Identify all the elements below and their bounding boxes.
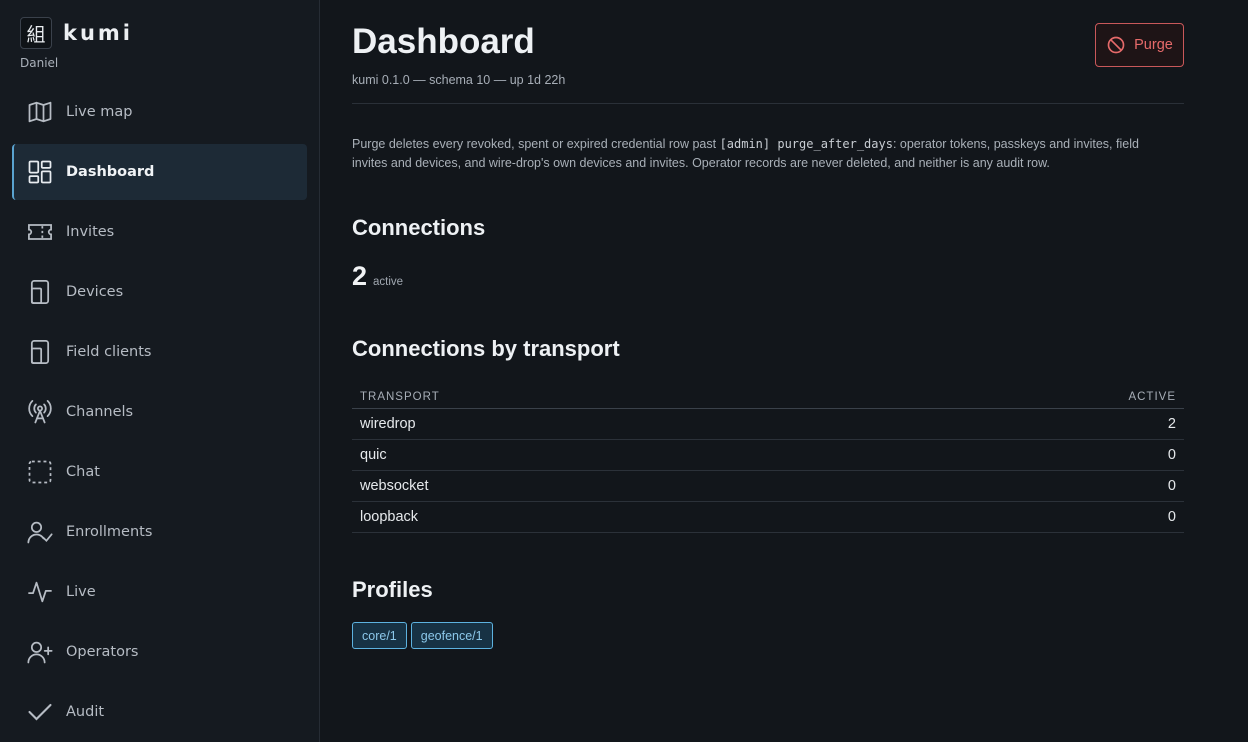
profile-tag-geofence: geofence/1	[410, 622, 493, 649]
sidebar-item-label: Live	[66, 584, 96, 600]
check-icon	[28, 703, 52, 721]
config-key: [admin] purge_after_days	[719, 137, 893, 151]
transport-active: 0	[1167, 478, 1176, 494]
transport-table: TRANSPORT ACTIVE wiredrop 2 quic 0 webso…	[352, 386, 1184, 533]
sidebar-item-devices[interactable]: Devices	[12, 264, 307, 320]
transport-active: 0	[1167, 447, 1176, 463]
column-header-transport: TRANSPORT	[360, 391, 440, 403]
sidebar-item-label: Chat	[66, 464, 100, 480]
sidebar-item-label: Live map	[66, 104, 133, 120]
purge-button[interactable]: Purge	[1095, 23, 1184, 67]
profile-tags: core/1 geofence/1	[352, 622, 497, 649]
active-connections-unit: active	[373, 276, 404, 288]
table-row: loopback 0	[352, 502, 1184, 533]
sidebar-item-chat[interactable]: Chat	[12, 444, 307, 500]
version-info: kumi 0.1.0 — schema 10 — up 1d 22h	[352, 73, 566, 87]
sidebar-item-label: Enrollments	[66, 524, 153, 540]
transport-active: 2	[1167, 416, 1176, 432]
sidebar-item-label: Channels	[66, 404, 134, 420]
ban-icon	[1107, 36, 1125, 54]
brand[interactable]: 組 kumi	[20, 17, 133, 49]
broadcast-icon	[28, 400, 52, 424]
sidebar-item-invites[interactable]: Invites	[12, 204, 307, 260]
sidebar-item-dashboard[interactable]: Dashboard	[12, 144, 307, 200]
user-plus-icon	[27, 641, 53, 664]
sidebar-item-channels[interactable]: Channels	[12, 384, 307, 440]
sidebar-item-label: Invites	[66, 224, 115, 240]
sidebar-item-operators[interactable]: Operators	[12, 624, 307, 680]
sidebar-item-live[interactable]: Live	[12, 564, 307, 620]
brand-logo: 組	[20, 17, 52, 49]
sidebar-item-field-clients[interactable]: Field clients	[12, 324, 307, 380]
table-row: websocket 0	[352, 471, 1184, 502]
device-icon	[30, 340, 50, 364]
user-check-icon	[27, 521, 53, 544]
connections-heading: Connections	[352, 215, 486, 240]
sidebar-item-enrollments[interactable]: Enrollments	[12, 504, 307, 560]
sidebar-item-live-map[interactable]: Live map	[12, 84, 307, 140]
map-icon	[28, 101, 52, 123]
profile-tag-core: core/1	[352, 622, 407, 649]
header-divider	[352, 103, 1184, 104]
purge-description: Purge deletes every revoked, spent or ex…	[352, 137, 1139, 170]
sidebar-item-label: Dashboard	[66, 164, 155, 180]
dashboard-icon	[28, 160, 52, 184]
sidebar-item-label: Devices	[66, 284, 124, 300]
table-row: quic 0	[352, 440, 1184, 471]
ticket-icon	[28, 224, 52, 240]
transport-heading: Connections by transport	[352, 336, 620, 361]
sidebar: 組 kumi Daniel Live map Dashboard Invites…	[0, 0, 320, 742]
sidebar-nav: Live map Dashboard Invites Devices Field…	[12, 84, 307, 742]
transport-name: loopback	[360, 509, 419, 525]
sidebar-item-label: Audit	[66, 704, 105, 720]
sidebar-item-audit[interactable]: Audit	[12, 684, 307, 740]
transport-active: 0	[1167, 509, 1176, 525]
table-header: TRANSPORT ACTIVE	[352, 386, 1184, 409]
column-header-active: ACTIVE	[1128, 391, 1176, 403]
sidebar-item-label: Operators	[66, 644, 139, 660]
activity-icon	[28, 581, 52, 603]
sidebar-item-label: Field clients	[66, 344, 152, 360]
transport-name: quic	[360, 447, 387, 463]
device-icon	[30, 280, 50, 304]
dashed-square-icon	[28, 460, 52, 484]
brand-name: kumi	[63, 21, 133, 45]
current-user: Daniel	[20, 56, 59, 70]
main-content: Dashboard kumi 0.1.0 — schema 10 — up 1d…	[320, 0, 1248, 742]
transport-name: wiredrop	[360, 416, 416, 432]
active-connections-stat: 2 active	[352, 261, 403, 292]
active-connections-count: 2	[352, 261, 368, 291]
profiles-heading: Profiles	[352, 577, 433, 602]
page-title: Dashboard	[352, 22, 535, 61]
purge-button-label: Purge	[1134, 37, 1173, 53]
table-row: wiredrop 2	[352, 409, 1184, 440]
transport-name: websocket	[360, 478, 429, 494]
